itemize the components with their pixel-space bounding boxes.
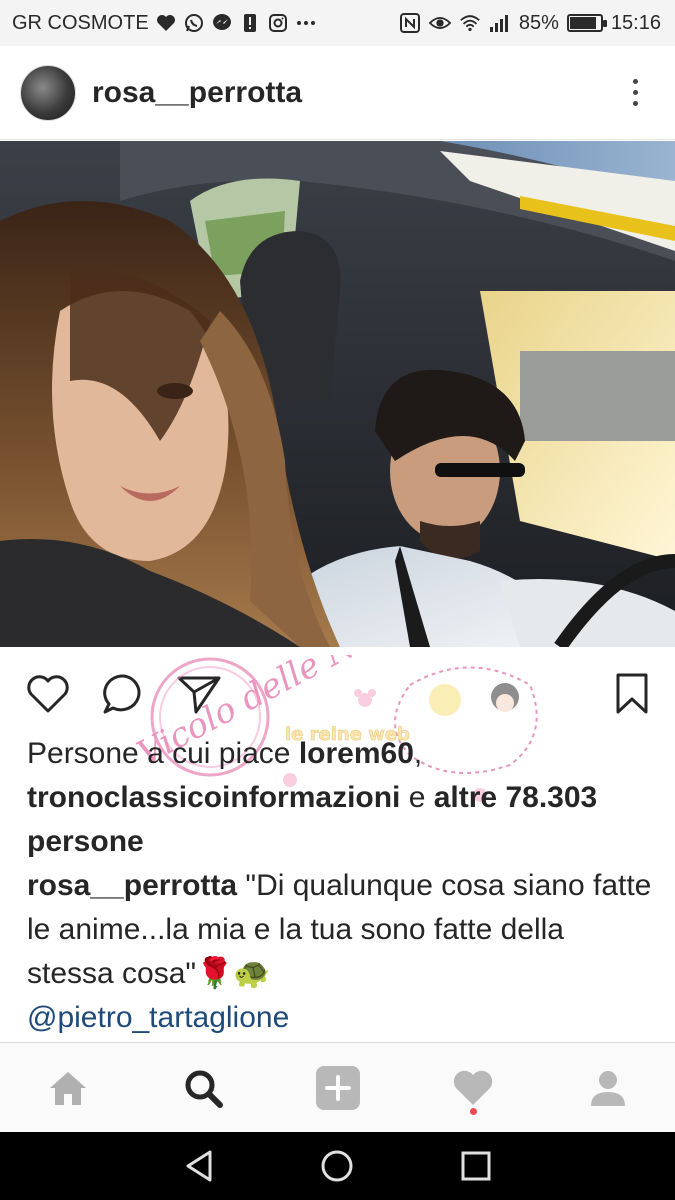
nav-profile[interactable] (573, 1053, 643, 1123)
recents-square-icon (461, 1151, 491, 1181)
heart-icon (155, 12, 177, 34)
clock: 15:16 (610, 11, 661, 34)
home-system-button[interactable] (307, 1136, 367, 1196)
more-dot (632, 79, 638, 84)
comma: , (413, 737, 423, 770)
whatsapp-icon (183, 12, 205, 34)
send-icon (177, 676, 221, 714)
nfc-icon (399, 12, 421, 34)
messenger-icon (211, 12, 233, 34)
more-options-button[interactable] (615, 73, 655, 113)
status-left: GR COSMOTE (12, 12, 399, 35)
battery-icon (566, 14, 607, 32)
recents-button[interactable] (446, 1136, 506, 1196)
battery-level (569, 17, 596, 29)
profile-icon (590, 1070, 625, 1106)
post-photo-illustration (0, 141, 675, 647)
system-nav-bar (0, 1132, 675, 1200)
and-text: e (400, 781, 434, 814)
liker-link[interactable]: tronoclassicoinformazioni (27, 781, 400, 814)
status-right: 85% 15:16 (399, 12, 661, 35)
liker-link[interactable]: lorem60 (299, 737, 414, 770)
more-dot (632, 101, 638, 106)
nav-add-post[interactable] (303, 1053, 373, 1123)
heart-outline-icon (27, 675, 69, 713)
nav-activity[interactable] (438, 1053, 508, 1123)
likes-prefix: Persone a cui piace (27, 737, 299, 770)
back-triangle-icon (186, 1150, 212, 1182)
activity-icon (453, 1070, 492, 1105)
post-actions (0, 662, 675, 722)
instagram-icon (267, 12, 289, 34)
others-likes-link[interactable]: altre 78.303 (434, 781, 597, 814)
back-button[interactable] (169, 1136, 229, 1196)
signal-icon (489, 12, 511, 34)
caption-emoji: 🌹🐢 (196, 957, 271, 990)
comment-button[interactable] (100, 670, 148, 718)
battery-percent: 85% (518, 11, 559, 34)
search-icon (185, 1070, 223, 1108)
save-button[interactable] (608, 670, 656, 718)
share-button[interactable] (175, 670, 223, 718)
nav-home[interactable] (33, 1053, 103, 1123)
bottom-nav (0, 1042, 675, 1132)
like-button[interactable] (24, 670, 72, 718)
notification-dot (469, 1107, 477, 1115)
nav-search[interactable] (168, 1053, 238, 1123)
likes-line: Persone a cui piace lorem60, tronoclassic… (27, 732, 657, 864)
wifi-icon (459, 12, 481, 34)
eye-icon (428, 12, 451, 34)
alert-icon (239, 12, 261, 34)
caption: rosa__perrotta "Di qualunque cosa siano … (27, 864, 657, 996)
post-username[interactable]: rosa__perrotta (92, 76, 615, 110)
carrier-name: GR COSMOTE (12, 11, 149, 34)
more-dot (632, 90, 638, 95)
post-header: rosa__perrotta (0, 46, 675, 140)
status-bar: GR COSMOTE 85% 15:16 (0, 0, 675, 46)
avatar[interactable] (20, 64, 76, 121)
comment-bubble-icon (103, 674, 141, 714)
bookmark-icon (616, 673, 648, 714)
caption-area: Persone a cui piace lorem60, tronoclassic… (27, 732, 657, 1040)
add-post-icon (315, 1065, 360, 1110)
mention-line: @pietro_tartaglione (27, 996, 657, 1040)
persons-label[interactable]: persone (27, 825, 144, 858)
caption-username[interactable]: rosa__perrotta (27, 869, 237, 902)
home-circle-icon (321, 1150, 353, 1182)
post-photo[interactable] (0, 141, 675, 647)
more-icon (295, 12, 317, 34)
mention-link[interactable]: @pietro_tartaglione (27, 1001, 289, 1034)
home-icon (49, 1071, 86, 1105)
